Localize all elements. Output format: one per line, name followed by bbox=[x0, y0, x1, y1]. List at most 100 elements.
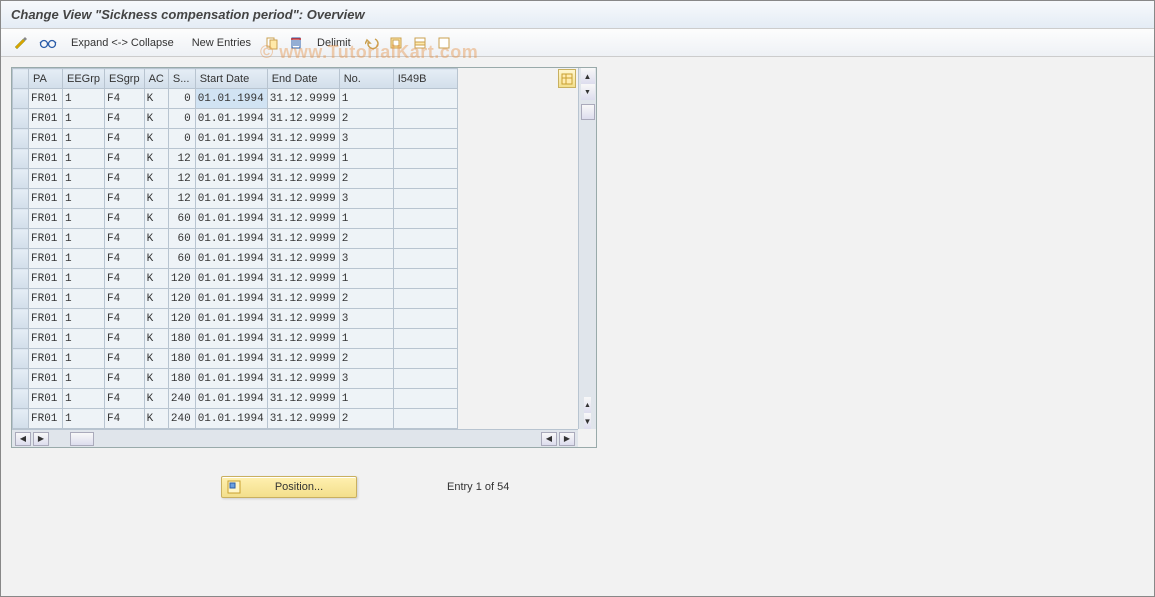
cell-ac[interactable]: K bbox=[144, 289, 168, 309]
table-row[interactable]: FR011F4K18001.01.199431.12.99992 bbox=[13, 349, 458, 369]
row-selector[interactable] bbox=[13, 329, 29, 349]
cell-i549b[interactable] bbox=[393, 89, 457, 109]
cell-esgrp[interactable]: F4 bbox=[105, 209, 145, 229]
select-all-icon[interactable] bbox=[385, 33, 407, 53]
delete-icon[interactable] bbox=[285, 33, 307, 53]
cell-pa[interactable]: FR01 bbox=[29, 309, 63, 329]
new-entries-button[interactable]: New Entries bbox=[184, 37, 259, 49]
cell-end[interactable]: 31.12.9999 bbox=[267, 209, 339, 229]
cell-eegrp[interactable]: 1 bbox=[63, 349, 105, 369]
cell-ac[interactable]: K bbox=[144, 349, 168, 369]
cell-start[interactable]: 01.01.1994 bbox=[195, 269, 267, 289]
cell-no[interactable]: 3 bbox=[339, 309, 393, 329]
cell-s[interactable]: 0 bbox=[168, 129, 195, 149]
cell-end[interactable]: 31.12.9999 bbox=[267, 189, 339, 209]
cell-eegrp[interactable]: 1 bbox=[63, 389, 105, 409]
cell-esgrp[interactable]: F4 bbox=[105, 229, 145, 249]
table-row[interactable]: FR011F4K6001.01.199431.12.99992 bbox=[13, 229, 458, 249]
copy-icon[interactable] bbox=[261, 33, 283, 53]
cell-eegrp[interactable]: 1 bbox=[63, 89, 105, 109]
scroll-down-step-icon[interactable]: ▲ bbox=[584, 397, 592, 413]
cell-start[interactable]: 01.01.1994 bbox=[195, 149, 267, 169]
cell-no[interactable]: 3 bbox=[339, 189, 393, 209]
cell-s[interactable]: 240 bbox=[168, 389, 195, 409]
change-icon[interactable] bbox=[9, 33, 33, 53]
cell-end[interactable]: 31.12.9999 bbox=[267, 349, 339, 369]
cell-no[interactable]: 1 bbox=[339, 149, 393, 169]
cell-end[interactable]: 31.12.9999 bbox=[267, 269, 339, 289]
row-selector[interactable] bbox=[13, 269, 29, 289]
cell-end[interactable]: 31.12.9999 bbox=[267, 249, 339, 269]
cell-pa[interactable]: FR01 bbox=[29, 329, 63, 349]
cell-eegrp[interactable]: 1 bbox=[63, 309, 105, 329]
cell-ac[interactable]: K bbox=[144, 129, 168, 149]
row-selector[interactable] bbox=[13, 289, 29, 309]
cell-ac[interactable]: K bbox=[144, 89, 168, 109]
cell-end[interactable]: 31.12.9999 bbox=[267, 229, 339, 249]
col-header-no[interactable]: No. bbox=[339, 69, 393, 89]
cell-i549b[interactable] bbox=[393, 289, 457, 309]
cell-end[interactable]: 31.12.9999 bbox=[267, 109, 339, 129]
cell-pa[interactable]: FR01 bbox=[29, 129, 63, 149]
cell-start[interactable]: 01.01.1994 bbox=[195, 409, 267, 429]
cell-start[interactable]: 01.01.1994 bbox=[195, 349, 267, 369]
table-row[interactable]: FR011F4K001.01.199431.12.99991 bbox=[13, 89, 458, 109]
cell-pa[interactable]: FR01 bbox=[29, 389, 63, 409]
cell-end[interactable]: 31.12.9999 bbox=[267, 409, 339, 429]
cell-eegrp[interactable]: 1 bbox=[63, 369, 105, 389]
cell-eegrp[interactable]: 1 bbox=[63, 169, 105, 189]
cell-esgrp[interactable]: F4 bbox=[105, 89, 145, 109]
cell-no[interactable]: 2 bbox=[339, 169, 393, 189]
cell-start[interactable]: 01.01.1994 bbox=[195, 389, 267, 409]
cell-esgrp[interactable]: F4 bbox=[105, 289, 145, 309]
table-settings-icon[interactable] bbox=[558, 69, 576, 88]
row-selector[interactable] bbox=[13, 309, 29, 329]
cell-ac[interactable]: K bbox=[144, 329, 168, 349]
col-header-eegrp[interactable]: EEGrp bbox=[63, 69, 105, 89]
expand-collapse-button[interactable]: Expand <-> Collapse bbox=[63, 37, 182, 49]
cell-i549b[interactable] bbox=[393, 249, 457, 269]
cell-i549b[interactable] bbox=[393, 269, 457, 289]
deselect-all-icon[interactable] bbox=[433, 33, 455, 53]
table-row[interactable]: FR011F4K1201.01.199431.12.99992 bbox=[13, 169, 458, 189]
cell-start[interactable]: 01.01.1994 bbox=[195, 289, 267, 309]
cell-start[interactable]: 01.01.1994 bbox=[195, 189, 267, 209]
cell-esgrp[interactable]: F4 bbox=[105, 409, 145, 429]
cell-no[interactable]: 1 bbox=[339, 269, 393, 289]
cell-pa[interactable]: FR01 bbox=[29, 349, 63, 369]
cell-eegrp[interactable]: 1 bbox=[63, 189, 105, 209]
cell-no[interactable]: 1 bbox=[339, 89, 393, 109]
cell-s[interactable]: 180 bbox=[168, 369, 195, 389]
cell-ac[interactable]: K bbox=[144, 109, 168, 129]
cell-start[interactable]: 01.01.1994 bbox=[195, 309, 267, 329]
table-row[interactable]: FR011F4K12001.01.199431.12.99993 bbox=[13, 309, 458, 329]
cell-no[interactable]: 2 bbox=[339, 229, 393, 249]
cell-no[interactable]: 2 bbox=[339, 349, 393, 369]
cell-i549b[interactable] bbox=[393, 189, 457, 209]
scroll-thumb[interactable] bbox=[581, 104, 595, 120]
cell-pa[interactable]: FR01 bbox=[29, 149, 63, 169]
hscroll-thumb[interactable] bbox=[70, 432, 94, 446]
cell-s[interactable]: 120 bbox=[168, 309, 195, 329]
cell-i549b[interactable] bbox=[393, 369, 457, 389]
cell-pa[interactable]: FR01 bbox=[29, 89, 63, 109]
cell-ac[interactable]: K bbox=[144, 309, 168, 329]
hscroll-left2-icon[interactable]: ◀ bbox=[541, 432, 557, 446]
vertical-scrollbar[interactable]: ▲ ▼ ▲ ▼ bbox=[578, 68, 596, 429]
cell-ac[interactable]: K bbox=[144, 169, 168, 189]
cell-i549b[interactable] bbox=[393, 149, 457, 169]
cell-end[interactable]: 31.12.9999 bbox=[267, 169, 339, 189]
cell-i549b[interactable] bbox=[393, 349, 457, 369]
cell-s[interactable]: 0 bbox=[168, 89, 195, 109]
cell-end[interactable]: 31.12.9999 bbox=[267, 329, 339, 349]
glasses-icon[interactable] bbox=[35, 33, 61, 53]
scroll-up-icon[interactable]: ▲ bbox=[581, 68, 595, 84]
cell-s[interactable]: 240 bbox=[168, 409, 195, 429]
cell-i549b[interactable] bbox=[393, 229, 457, 249]
row-selector[interactable] bbox=[13, 189, 29, 209]
cell-no[interactable]: 2 bbox=[339, 289, 393, 309]
cell-end[interactable]: 31.12.9999 bbox=[267, 129, 339, 149]
cell-eegrp[interactable]: 1 bbox=[63, 249, 105, 269]
cell-esgrp[interactable]: F4 bbox=[105, 109, 145, 129]
hscroll-right2-icon[interactable]: ▶ bbox=[559, 432, 575, 446]
